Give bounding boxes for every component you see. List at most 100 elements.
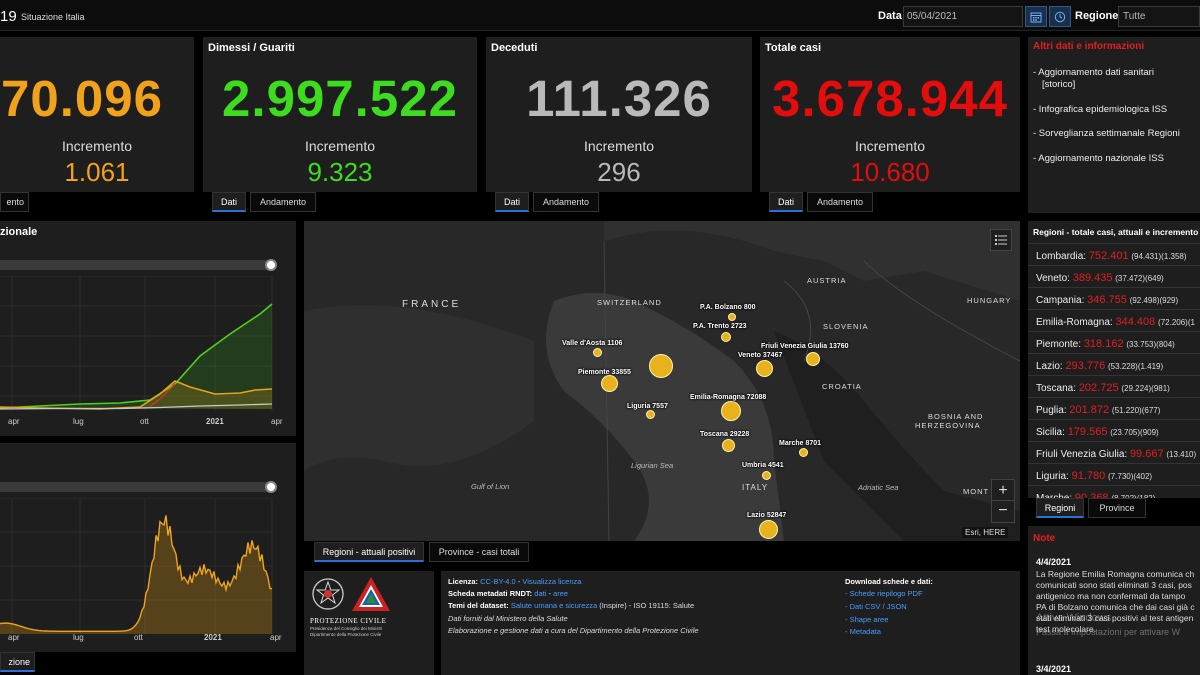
map-label-bosnia: BOSNIA AND xyxy=(928,412,984,421)
region-row[interactable]: Campania: 346.755 (92.498)(929) xyxy=(1028,287,1200,309)
tab-dati-deceduti[interactable]: Dati xyxy=(495,192,529,212)
chart2-range-slider[interactable] xyxy=(0,482,271,492)
download-pdf-link[interactable]: - Schede riepilogo PDF xyxy=(845,589,923,598)
chart1-slider-handle[interactable] xyxy=(265,259,277,271)
regions-panel: Regioni - totale casi, attuali e increme… xyxy=(1028,221,1200,498)
scheda-dati-link[interactable]: dati xyxy=(534,589,546,598)
scheda-aree-link[interactable]: aree xyxy=(553,589,568,598)
map-attribution: Esri, HERE xyxy=(962,527,1009,538)
chart2-slider-handle[interactable] xyxy=(265,481,277,493)
kpi-totale-title: Totale casi xyxy=(765,42,822,54)
tab-andamento-dimessi[interactable]: Andamento xyxy=(250,192,316,212)
region-row[interactable]: Veneto: 389.435 (37.472)(649) xyxy=(1028,265,1200,287)
region-row[interactable]: Toscana: 202.725 (29.224)(981) xyxy=(1028,375,1200,397)
download-csv-link[interactable]: - Dati CSV / JSON xyxy=(845,602,907,611)
region-select[interactable]: Tutte xyxy=(1118,6,1200,27)
region-current: (33.753) xyxy=(1126,340,1157,349)
scheda-line: Scheda metadati RNDT: dati - aree xyxy=(448,589,569,598)
region-current: (72.206) xyxy=(1158,318,1188,327)
bubble-lombardia[interactable] xyxy=(649,354,673,378)
map-city-piemonte: Piemonte 33855 xyxy=(578,369,631,376)
date-label: Data xyxy=(878,10,902,22)
region-increment: (1.419) xyxy=(1137,362,1164,371)
calendar-icon[interactable] xyxy=(1025,6,1047,27)
bubble-bolzano[interactable] xyxy=(728,313,736,321)
map-label-adriatic-sea: Adriatic Sea xyxy=(858,483,899,492)
tab-map-regioni[interactable]: Regioni - attuali positivi xyxy=(314,542,424,562)
bubble-emilia-romagna[interactable] xyxy=(721,401,741,421)
bubble-piemonte[interactable] xyxy=(601,375,618,392)
tab-chart2[interactable]: zione xyxy=(0,652,35,672)
map-city-valle-aosta: Valle d'Aosta 1106 xyxy=(562,340,623,347)
bubble-trento[interactable] xyxy=(721,332,731,342)
visualizza-licenza-link[interactable]: Visualizza licenza xyxy=(522,577,581,586)
map-label-herzegovina: HERZEGOVINA xyxy=(915,421,981,430)
kpi-positivi: 70.096 Incremento 1.061 xyxy=(0,37,194,192)
note-date-1: 4/4/2021 xyxy=(1036,557,1072,567)
region-row[interactable]: Lazio: 293.776 (53.228)(1.419) xyxy=(1028,353,1200,375)
tab-dati-dimessi[interactable]: Dati xyxy=(212,192,246,212)
tab-andamento-deceduti[interactable]: Andamento xyxy=(533,192,599,212)
chart2-xlabel-3: 2021 xyxy=(204,633,222,642)
download-shape-link[interactable]: - Shape aree xyxy=(845,615,888,624)
tab-regioni[interactable]: Regioni xyxy=(1036,498,1084,518)
region-total: 91.780 xyxy=(1071,470,1106,482)
notes-title: Note xyxy=(1033,533,1056,544)
footer-line-5: Elaborazione e gestione dati a cura del … xyxy=(448,626,699,635)
zoom-out-button[interactable]: − xyxy=(992,501,1014,522)
chart1-xlabel-0: apr xyxy=(8,417,20,426)
info-link-sorveglianza[interactable]: - Sorveglianza settimanale Regioni xyxy=(1033,128,1180,140)
map-label-switzerland: SWITZERLAND xyxy=(597,298,662,307)
bubble-umbria[interactable] xyxy=(762,471,771,480)
date-input[interactable]: 05/04/2021 xyxy=(903,6,1023,27)
info-link-dati-sanitari[interactable]: - Aggiornamento dati sanitari xyxy=(1033,67,1154,79)
map-city-trento: P.A. Trento 2723 xyxy=(693,323,747,330)
info-link-storico[interactable]: [storico] xyxy=(1042,79,1075,91)
bubble-lazio[interactable] xyxy=(759,520,778,539)
region-row[interactable]: Emilia-Romagna: 344.408 (72.206)(1 xyxy=(1028,309,1200,331)
region-name: Toscana: xyxy=(1036,383,1077,394)
bubble-valle-aosta[interactable] xyxy=(593,348,602,357)
info-link-aggiornamento-iss[interactable]: - Aggiornamento nazionale ISS xyxy=(1033,153,1164,165)
info-link-infografica[interactable]: - Infografica epidemiologica ISS xyxy=(1033,104,1167,116)
region-name: Piemonte: xyxy=(1036,339,1082,350)
bubble-veneto[interactable] xyxy=(756,360,773,377)
region-current: (7.730) xyxy=(1108,472,1134,481)
region-increment: (929) xyxy=(1159,296,1179,305)
download-metadata-link[interactable]: - Metadata xyxy=(845,627,881,636)
tab-andamento-positivi[interactable]: ento xyxy=(0,192,29,212)
map-panel[interactable]: FRANCE SWITZERLAND AUSTRIA HUNGARY SLOVE… xyxy=(304,221,1020,541)
tab-dati-totale[interactable]: Dati xyxy=(769,192,803,212)
licenza-value-link[interactable]: CC-BY-4.0 xyxy=(480,577,516,586)
clock-icon[interactable] xyxy=(1049,6,1071,27)
kpi-dimessi-value: 2.997.522 xyxy=(222,70,458,127)
temi-link[interactable]: Salute umana e sicurezza xyxy=(511,601,597,610)
bubble-friuli[interactable] xyxy=(806,352,820,366)
region-row[interactable]: Sicilia: 179.565 (23.705)(909) xyxy=(1028,419,1200,441)
chart1-range-slider[interactable] xyxy=(0,260,271,270)
chart2-xlabel-2: ott xyxy=(134,633,143,642)
kpi-positivi-inc-value: 1.061 xyxy=(64,157,130,187)
bubble-toscana[interactable] xyxy=(722,439,735,452)
map-canvas xyxy=(304,221,1020,541)
legend-list-icon[interactable] xyxy=(990,229,1012,251)
region-name: Liguria: xyxy=(1036,471,1069,482)
map-city-bolzano: P.A. Bolzano 800 xyxy=(700,304,756,311)
chart1-title: zionale xyxy=(0,226,38,238)
region-row[interactable]: Liguria: 91.780 (7.730)(402) xyxy=(1028,463,1200,485)
bubble-marche[interactable] xyxy=(799,448,808,457)
tab-map-province[interactable]: Province - casi totali xyxy=(429,542,529,562)
zoom-in-button[interactable]: + xyxy=(992,480,1014,501)
region-total: 752.401 xyxy=(1088,250,1129,262)
region-row[interactable]: Lombardia: 752.401 (94.431)(1.358) xyxy=(1028,243,1200,265)
bubble-liguria[interactable] xyxy=(646,410,655,419)
tab-andamento-totale[interactable]: Andamento xyxy=(807,192,873,212)
regions-title: Regioni - totale casi, attuali e increme… xyxy=(1033,227,1199,237)
licenza-line: Licenza: CC-BY-4.0 - Visualizza licenza xyxy=(448,577,582,586)
region-row[interactable]: Piemonte: 318.162 (33.753)(804) xyxy=(1028,331,1200,353)
region-row[interactable]: Marche: 90.368 (8.702)(182) xyxy=(1028,485,1200,498)
region-row[interactable]: Friuli Venezia Giulia: 99.667 (13.410) xyxy=(1028,441,1200,463)
region-row[interactable]: Puglia: 201.872 (51.220)(677) xyxy=(1028,397,1200,419)
tab-province[interactable]: Province xyxy=(1088,498,1146,518)
chart-andamento-nazionale: zionale apr lug ott 2021 apr xyxy=(0,221,296,436)
